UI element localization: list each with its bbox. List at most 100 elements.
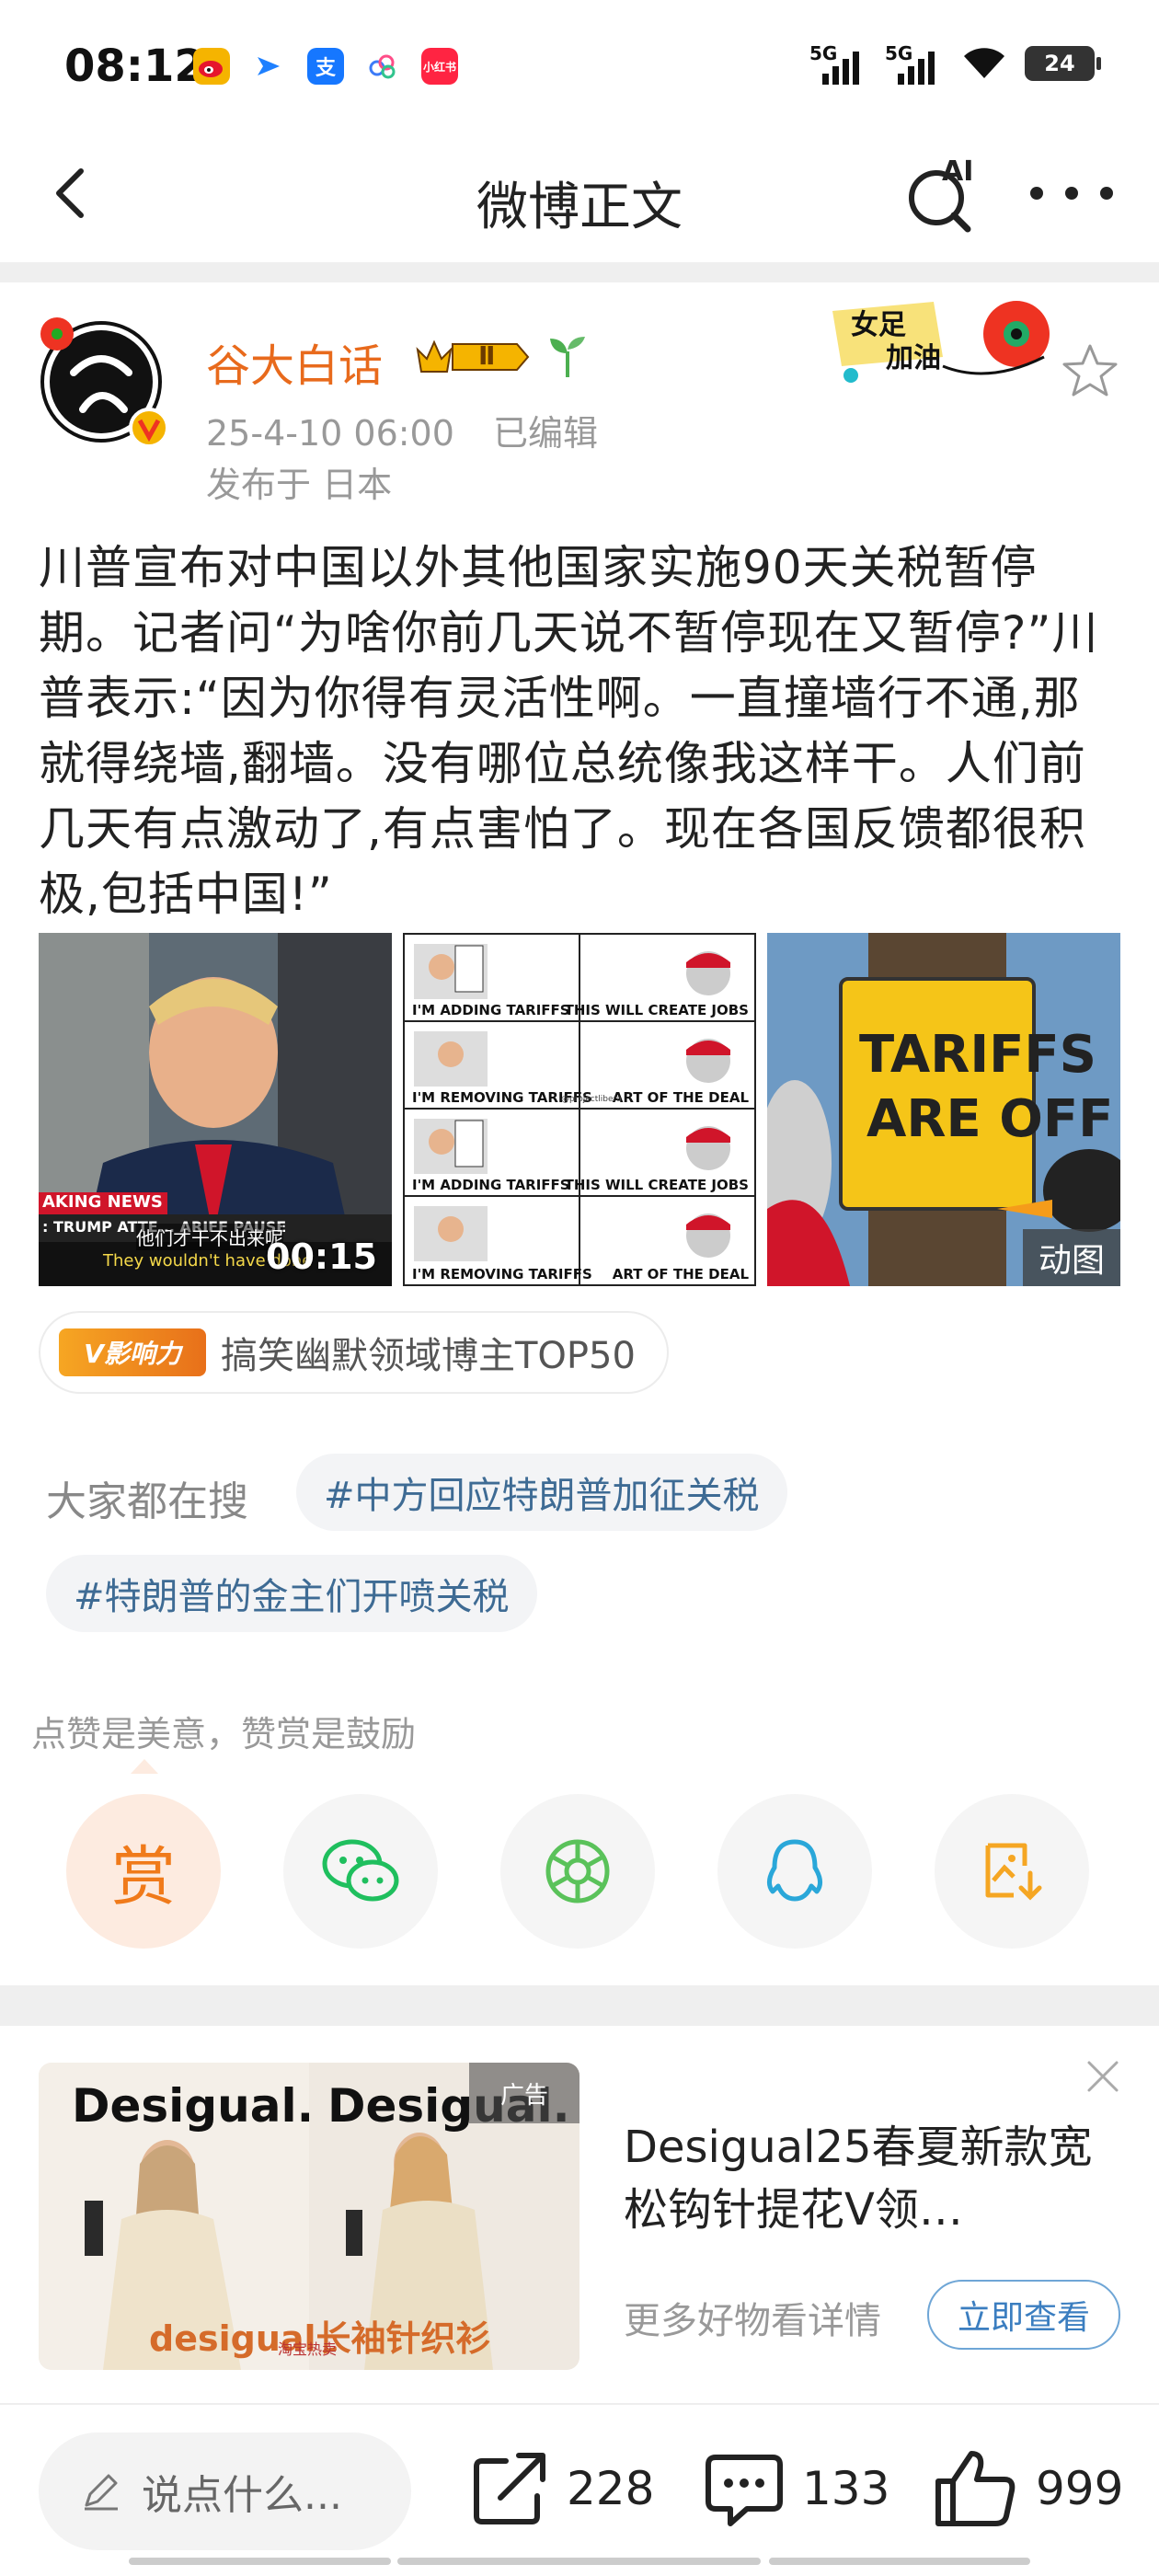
- wifi-icon: [964, 48, 1004, 78]
- repost-count: 228: [567, 2462, 655, 2515]
- moments-icon: [545, 1839, 610, 1903]
- alipay-glyph: 支: [315, 57, 336, 80]
- home-indicator: [397, 2558, 761, 2565]
- signal-icon-1: 5G: [809, 42, 868, 85]
- page-title: 微博正文: [476, 178, 683, 237]
- comment-icon: [706, 2455, 783, 2526]
- video-subtitle-zh: 他们才干不出来呢: [136, 1224, 283, 1250]
- status-app-icons: 支 小红书: [193, 48, 458, 85]
- gif-sign-line1: TARIFFS: [859, 1025, 1096, 1085]
- ad-tag: 广告: [469, 2063, 580, 2123]
- trending-search-chip[interactable]: #中方回应特朗普加征关税: [296, 1454, 787, 1531]
- status-time: 08:12: [64, 40, 205, 92]
- like-button[interactable]: 999: [931, 2438, 1123, 2539]
- meme-caption-right: THIS WILL CREATE JOBS: [564, 1177, 749, 1193]
- trending-search-chip[interactable]: #特朗普的金主们开喷关税: [46, 1555, 537, 1632]
- dot-icon: [1065, 187, 1078, 200]
- ai-search-button[interactable]: AI: [901, 152, 984, 235]
- battery-level: 24: [1044, 51, 1075, 76]
- sticker-badge: 女足 加油: [823, 293, 1062, 394]
- author-name[interactable]: 谷大白话: [206, 329, 383, 394]
- reward-button[interactable]: 赏: [66, 1794, 221, 1949]
- post-text: 川普宣布对中国以外其他国家实施90天关税暂停期。记者问“为啥你前几天说不暂停现在…: [39, 541, 1099, 921]
- meme-caption-left: I'M ADDING TARIFFS: [412, 1177, 570, 1193]
- meme-row: I'M REMOVING TARIFFS ART OF THE DEAL @pr…: [405, 1022, 754, 1110]
- reward-icon: 赏: [111, 1838, 176, 1915]
- nav-bar: 微博正文 AI: [0, 138, 1159, 262]
- share-row: 赏: [66, 1794, 1093, 1950]
- avatar[interactable]: [37, 308, 175, 455]
- thumbs-up-icon: [935, 2451, 1016, 2526]
- favorite-button[interactable]: [1058, 339, 1122, 403]
- home-indicator: [769, 2558, 1030, 2565]
- share-moments-button[interactable]: [500, 1794, 655, 1949]
- ai-label: AI: [942, 155, 974, 188]
- like-count: 999: [1036, 2462, 1124, 2515]
- meme-row: I'M ADDING TARIFFS THIS WILL CREATE JOBS: [405, 1110, 754, 1197]
- share-wechat-button[interactable]: [283, 1794, 438, 1949]
- reward-hint: 点赞是美意，赞赏是鼓励: [31, 1714, 417, 1754]
- caret-icon: [131, 1759, 158, 1774]
- home-indicator: [129, 2558, 391, 2565]
- ad-image[interactable]: Desigual. Desigual. 广告 desigual长袖针织衫 淘宝热…: [39, 2063, 580, 2370]
- video-duration: 00:15: [266, 1236, 377, 1277]
- video-thumbnail[interactable]: AKING NEWS : TRUMP ATTE... ARIFF PAUSE 他…: [39, 933, 392, 1286]
- status-bar: 08:12 支 小红书 5G 5G 24: [0, 0, 1159, 138]
- repost-button[interactable]: 228: [469, 2438, 654, 2539]
- ad-cta-button[interactable]: 立即查看: [927, 2280, 1120, 2350]
- dot-icon: [1030, 187, 1043, 200]
- dot-icon: [1100, 187, 1113, 200]
- meme-handle: @projectlibera: [561, 1095, 622, 1104]
- influence-text: 搞笑幽默领域博主TOP50: [221, 1335, 636, 1377]
- member-level: Ⅱ: [478, 340, 496, 371]
- post-location: 发布于 日本: [206, 465, 393, 505]
- xiaohongshu-icon: 小红书: [421, 48, 458, 85]
- meme-row: I'M ADDING TARIFFS THIS WILL CREATE JOBS: [405, 935, 754, 1022]
- bottom-bar-divider: [0, 2403, 1159, 2405]
- sticker-text-2: 加油: [886, 342, 941, 374]
- comment-placeholder: 说点什么...: [142, 2472, 342, 2519]
- meme-caption-right: ART OF THE DEAL: [612, 1266, 749, 1282]
- signal-icon-2: 5G: [885, 42, 944, 85]
- save-image-icon: [985, 1843, 1042, 1901]
- gif-thumbnail[interactable]: TARIFFS ARE OFF 动图: [767, 933, 1120, 1286]
- ad-brand-left: Desigual.: [72, 2079, 315, 2133]
- more-button[interactable]: [1030, 170, 1113, 216]
- ad-close-button[interactable]: [1082, 2055, 1124, 2098]
- post-timestamp: 25-4-10 06:00: [206, 413, 454, 454]
- section-divider: [0, 1985, 1159, 2026]
- comment-input[interactable]: 说点什么...: [39, 2432, 411, 2550]
- trending-search-label: 大家都在搜: [46, 1478, 248, 1525]
- section-divider: [0, 262, 1159, 282]
- star-icon: [1062, 344, 1118, 397]
- alipay-icon: 支: [307, 48, 344, 85]
- gif-tag: 动图: [1023, 1229, 1120, 1286]
- meme-image[interactable]: I'M ADDING TARIFFS THIS WILL CREATE JOBS…: [403, 933, 756, 1286]
- battery-icon: 24: [1025, 46, 1101, 81]
- video-icon: [250, 48, 287, 85]
- xiaohongshu-glyph: 小红书: [422, 60, 456, 74]
- post-meta: 25-4-10 06:00 已编辑: [206, 405, 625, 455]
- meme-caption-right: ART OF THE DEAL: [612, 1089, 749, 1106]
- sprout-icon: [545, 333, 591, 379]
- ad-image-small: 淘宝热卖: [278, 2340, 338, 2358]
- cloud-icon: [364, 48, 401, 85]
- edited-label[interactable]: 已编辑: [493, 413, 598, 454]
- meme-caption-left: I'M ADDING TARIFFS: [412, 1002, 570, 1018]
- share-qq-button[interactable]: [717, 1794, 872, 1949]
- comment-count: 133: [802, 2462, 890, 2515]
- gif-sign-line2: ARE OFF: [866, 1089, 1114, 1149]
- weibo-icon: [193, 48, 230, 85]
- member-badge: Ⅱ: [414, 335, 534, 379]
- close-icon: [1087, 2061, 1119, 2092]
- save-image-button[interactable]: [935, 1794, 1089, 1949]
- wechat-icon: [322, 1839, 399, 1902]
- video-ticker-label: AKING NEWS: [42, 1192, 163, 1212]
- repost-icon: [474, 2453, 545, 2524]
- ad-title[interactable]: Desigual25春夏新款宽松钩针提花V领…: [624, 2116, 1120, 2241]
- ad-subtitle: 更多好物看详情: [624, 2300, 881, 2342]
- qq-icon: [767, 1839, 822, 1902]
- comment-button[interactable]: 133: [703, 2438, 889, 2539]
- meme-row: I'M REMOVING TARIFFS ART OF THE DEAL: [405, 1197, 754, 1284]
- influence-pill[interactable]: V影响力 搞笑幽默领域博主TOP50: [39, 1311, 669, 1394]
